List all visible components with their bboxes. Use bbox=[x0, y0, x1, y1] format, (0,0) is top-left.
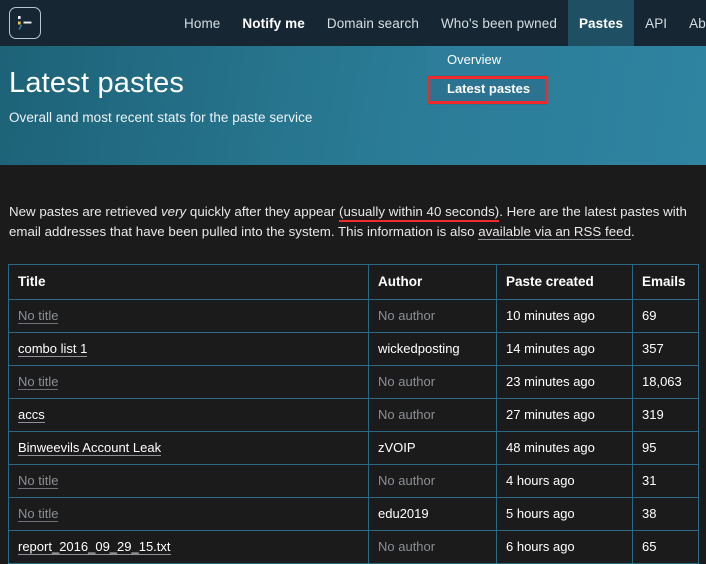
cell-emails: 319 bbox=[632, 398, 699, 433]
paste-title-link[interactable]: No title bbox=[18, 374, 59, 391]
cell-title: report_2016_09_29_15.txt bbox=[8, 530, 369, 564]
nav-links: Home Notify me Domain search Who's been … bbox=[173, 0, 706, 46]
dropdown-item-latest-pastes-label: Latest pastes bbox=[447, 81, 531, 97]
cell-paste-created: 23 minutes ago bbox=[496, 365, 633, 400]
page-subtitle: Overall and most recent stats for the pa… bbox=[9, 110, 313, 126]
table-row: accs No author 27 minutes ago 319 bbox=[8, 398, 699, 433]
cell-author: No author bbox=[368, 299, 497, 334]
rss-feed-link[interactable]: available via an RSS feed bbox=[478, 224, 631, 241]
nav-home[interactable]: Home bbox=[173, 0, 231, 46]
cell-author: edu2019 bbox=[368, 497, 497, 532]
dropdown-item-overview[interactable]: Overview bbox=[427, 46, 548, 75]
cell-author: wickedposting bbox=[368, 332, 497, 367]
latest-pastes-table: Title Author Paste created Emails No tit… bbox=[8, 264, 699, 564]
nav-notify-me-label: Notify me bbox=[242, 15, 305, 31]
cell-title: No title bbox=[8, 365, 369, 400]
cell-author: zVOIP bbox=[368, 431, 497, 466]
intro-part4: . bbox=[631, 224, 635, 240]
cell-emails: 65 bbox=[632, 530, 699, 564]
table-row: No title No author 23 minutes ago 18,063 bbox=[8, 365, 699, 400]
table-row: combo list 1 wickedposting 14 minutes ago 3… bbox=[8, 332, 699, 367]
cell-paste-created: 10 minutes ago bbox=[496, 299, 633, 334]
cell-author: No author bbox=[368, 398, 497, 433]
intro-part2: quickly after they appear bbox=[186, 204, 340, 220]
paste-title-link[interactable]: combo list 1 bbox=[18, 341, 88, 358]
cell-emails: 357 bbox=[632, 332, 699, 367]
cell-author: No author bbox=[368, 365, 497, 400]
intro-highlighted-phrase: (usually within 40 seconds) bbox=[339, 204, 500, 223]
intro-part1: New pastes are retrieved bbox=[9, 204, 162, 220]
paste-title-link[interactable]: No title bbox=[18, 308, 59, 325]
pastes-dropdown-menu: Overview Latest pastes bbox=[427, 46, 548, 106]
table-row: No title edu2019 5 hours ago 38 bbox=[8, 497, 699, 532]
cell-paste-created: 4 hours ago bbox=[496, 464, 633, 499]
cell-title: combo list 1 bbox=[8, 332, 369, 367]
cell-title: accs bbox=[8, 398, 369, 433]
column-header-author[interactable]: Author bbox=[368, 264, 497, 301]
nav-whos-been-pwned-label: Who's been pwned bbox=[440, 15, 557, 31]
nav-domain-search-label: Domain search bbox=[326, 15, 419, 31]
intro-paragraph: New pastes are retrieved very quickly af… bbox=[8, 178, 698, 242]
nav-home-label: Home bbox=[184, 15, 221, 31]
nav-notify-me[interactable]: Notify me bbox=[231, 0, 315, 46]
cell-paste-created: 6 hours ago bbox=[496, 530, 633, 564]
table-row: Binweevils Account Leak zVOIP 48 minutes a… bbox=[8, 431, 699, 466]
cell-paste-created: 48 minutes ago bbox=[496, 431, 633, 466]
paste-title-link[interactable]: report_2016_09_29_15.txt bbox=[18, 539, 171, 556]
paste-title-link[interactable]: accs bbox=[18, 407, 45, 424]
cell-emails: 69 bbox=[632, 299, 699, 334]
paste-title-link[interactable]: No title bbox=[18, 506, 59, 523]
hibp-logo[interactable] bbox=[9, 7, 41, 39]
table-row: report_2016_09_29_15.txt No author 6 hours… bbox=[8, 530, 699, 564]
cell-emails: 95 bbox=[632, 431, 699, 466]
cell-paste-created: 5 hours ago bbox=[496, 497, 633, 532]
table-head: Title Author Paste created Emails bbox=[8, 264, 699, 301]
paste-title-link[interactable]: Binweevils Account Leak bbox=[18, 440, 162, 457]
table-row: No title No author 4 hours ago 31 bbox=[8, 464, 699, 499]
nav-about-label: About bbox=[689, 15, 706, 31]
page-title: Latest pastes bbox=[9, 67, 185, 99]
cell-title: Binweevils Account Leak bbox=[8, 431, 369, 466]
intro-emphasis: very bbox=[161, 204, 187, 220]
column-header-paste-created[interactable]: Paste created bbox=[496, 264, 633, 301]
nav-api-label: API bbox=[645, 15, 668, 31]
nav-about[interactable]: About bbox=[678, 0, 706, 46]
nav-api[interactable]: API bbox=[634, 0, 678, 46]
cell-title: No title bbox=[8, 299, 369, 334]
table-row: No title No author 10 minutes ago 69 bbox=[8, 299, 699, 334]
page-hero: Latest pastes Overall and most recent st… bbox=[0, 46, 706, 165]
nav-whos-been-pwned[interactable]: Who's been pwned bbox=[430, 0, 568, 46]
column-header-emails[interactable]: Emails bbox=[632, 264, 699, 301]
cell-emails: 38 bbox=[632, 497, 699, 532]
cell-title: No title bbox=[8, 464, 369, 499]
cell-emails: 18,063 bbox=[632, 365, 699, 400]
paste-title-link[interactable]: No title bbox=[18, 473, 59, 490]
nav-pastes-label: Pastes bbox=[578, 15, 624, 31]
dropdown-item-latest-pastes[interactable]: Latest pastes bbox=[427, 75, 548, 105]
cell-paste-created: 27 minutes ago bbox=[496, 398, 633, 433]
dropdown-item-overview-label: Overview bbox=[447, 52, 502, 67]
cell-author: No author bbox=[368, 530, 497, 564]
nav-domain-search[interactable]: Domain search bbox=[316, 0, 430, 46]
top-navbar: Home Notify me Domain search Who's been … bbox=[0, 0, 706, 106]
table-body: No title No author 10 minutes ago 69 combo l… bbox=[8, 299, 699, 564]
main-content: New pastes are retrieved very quickly af… bbox=[0, 178, 706, 564]
cell-author: No author bbox=[368, 464, 497, 499]
column-header-title[interactable]: Title bbox=[8, 264, 369, 301]
hibp-logo-icon bbox=[18, 16, 32, 30]
cell-title: No title bbox=[8, 497, 369, 532]
table-header-row: Title Author Paste created Emails bbox=[8, 264, 699, 301]
cell-paste-created: 14 minutes ago bbox=[496, 332, 633, 367]
cell-emails: 31 bbox=[632, 464, 699, 499]
nav-pastes[interactable]: Pastes bbox=[567, 0, 635, 46]
